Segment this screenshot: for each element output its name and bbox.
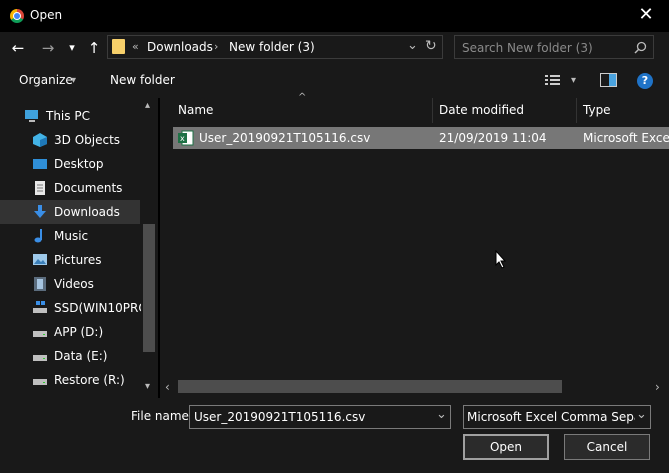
sidebar-item-pictures[interactable]: Pictures	[0, 248, 140, 272]
close-icon[interactable]: ✕	[634, 4, 658, 28]
music-note-icon	[34, 229, 42, 243]
sidebar-item-videos[interactable]: Videos	[0, 272, 140, 296]
sidebar-item-desktop[interactable]: Desktop	[0, 152, 140, 176]
file-name-label: File name:	[131, 409, 193, 423]
sidebar-item-label: Desktop	[54, 157, 104, 171]
sidebar-item-label: Restore (R:)	[54, 373, 125, 387]
sort-indicator-icon: ^	[298, 92, 307, 103]
file-type-cell: Microsoft Excel	[583, 131, 669, 145]
sidebar-item-3d-objects[interactable]: 3D Objects	[0, 128, 140, 152]
sidebar-item-label: 3D Objects	[54, 133, 121, 147]
window-title: Open	[30, 8, 63, 22]
forward-arrow-icon[interactable]: →	[38, 38, 58, 58]
sidebar-item-label: Data (E:)	[54, 349, 108, 363]
refresh-icon[interactable]: ↻	[425, 38, 437, 54]
breadcrumb-overflow-icon[interactable]: «	[132, 40, 139, 53]
organize-chevron-icon: ▾	[71, 75, 77, 86]
new-folder-button[interactable]: New folder	[110, 73, 175, 87]
scroll-down-icon[interactable]: ▾	[145, 381, 150, 392]
column-header-type[interactable]: Type	[583, 103, 611, 117]
open-button[interactable]: Open	[463, 434, 549, 460]
sidebar-item-label: Documents	[54, 181, 123, 195]
organize-button[interactable]: Organize	[19, 73, 73, 87]
address-dropdown-icon[interactable]: ⌄	[407, 38, 418, 53]
film-icon	[34, 277, 46, 291]
folder-icon	[112, 39, 125, 54]
chrome-icon	[10, 9, 24, 23]
file-name-dropdown-icon[interactable]: ⌄	[436, 407, 447, 422]
sidebar-item-this-pc[interactable]: This PC	[0, 104, 140, 128]
sidebar-item-label: APP (D:)	[54, 325, 104, 339]
column-header-date-modified[interactable]: Date modified	[439, 103, 524, 117]
picture-icon	[33, 254, 47, 265]
sidebar-item-label: Music	[54, 229, 89, 243]
up-arrow-icon[interactable]: ↑	[84, 38, 104, 58]
computer-icon	[25, 110, 38, 122]
sidebar-scrollbar-thumb[interactable]	[143, 224, 155, 352]
sidebar-item-restore-r[interactable]: Restore (R:)	[0, 368, 140, 392]
sidebar-item-data-e[interactable]: Data (E:)	[0, 344, 140, 368]
sidebar-item-label: This PC	[46, 109, 90, 123]
search-icon[interactable]	[634, 41, 647, 54]
document-icon	[35, 181, 45, 195]
sidebar-item-music[interactable]: Music	[0, 224, 140, 248]
preview-pane-icon[interactable]	[600, 73, 618, 88]
view-options-icon[interactable]	[545, 74, 563, 87]
column-divider[interactable]	[432, 98, 433, 123]
column-header-name[interactable]: Name	[178, 103, 213, 117]
drive-icon	[33, 331, 47, 337]
back-arrow-icon[interactable]: ←	[8, 38, 28, 58]
drive-icon	[33, 379, 47, 385]
horizontal-scrollbar-thumb[interactable]	[178, 380, 562, 393]
recent-locations-chevron-icon[interactable]: ▾	[62, 38, 82, 58]
view-options-chevron-icon[interactable]: ▾	[571, 75, 576, 86]
os-drive-icon	[33, 301, 47, 313]
mouse-cursor-icon	[495, 250, 507, 269]
scroll-left-icon[interactable]: ‹	[165, 380, 170, 394]
download-icon	[34, 205, 46, 218]
sidebar-item-downloads[interactable]: Downloads	[0, 200, 140, 224]
sidebar-item-app-d[interactable]: APP (D:)	[0, 320, 140, 344]
cube-icon	[33, 133, 47, 147]
cancel-button[interactable]: Cancel	[564, 434, 650, 460]
breadcrumb-separator-icon: ›	[214, 40, 219, 53]
breadcrumb-downloads[interactable]: Downloads	[147, 40, 213, 54]
file-name-input[interactable]: User_20190921T105116.csv	[194, 410, 365, 424]
scroll-up-icon[interactable]: ▴	[145, 100, 150, 111]
sidebar-item-documents[interactable]: Documents	[0, 176, 140, 200]
search-input[interactable]: Search New folder (3)	[462, 41, 593, 55]
file-type-dropdown-icon[interactable]: ⌄	[636, 407, 647, 422]
sidebar-item-label: Pictures	[54, 253, 102, 267]
file-date-cell: 21/09/2019 11:04	[439, 131, 547, 145]
file-name-cell[interactable]: User_20190921T105116.csv	[199, 131, 370, 145]
help-icon[interactable]: ?	[637, 73, 653, 89]
drive-icon	[33, 355, 47, 361]
sidebar-item-label: Downloads	[54, 205, 120, 219]
toolbar	[0, 64, 669, 98]
svg-text:x: x	[180, 134, 185, 143]
excel-csv-file-icon: x	[178, 130, 194, 146]
breadcrumb-new-folder[interactable]: New folder (3)	[229, 40, 315, 54]
file-type-value[interactable]: Microsoft Excel Comma Separa	[467, 410, 635, 424]
title-bar	[0, 0, 669, 32]
desktop-icon	[33, 159, 47, 169]
column-divider[interactable]	[576, 98, 577, 123]
scroll-right-icon[interactable]: ›	[655, 380, 660, 394]
sidebar-item-label: Videos	[54, 277, 94, 291]
sidebar-item-label: SSD(WIN10PRO)	[54, 301, 153, 315]
sidebar-item-ssd[interactable]: SSD(WIN10PRO)	[0, 296, 153, 320]
